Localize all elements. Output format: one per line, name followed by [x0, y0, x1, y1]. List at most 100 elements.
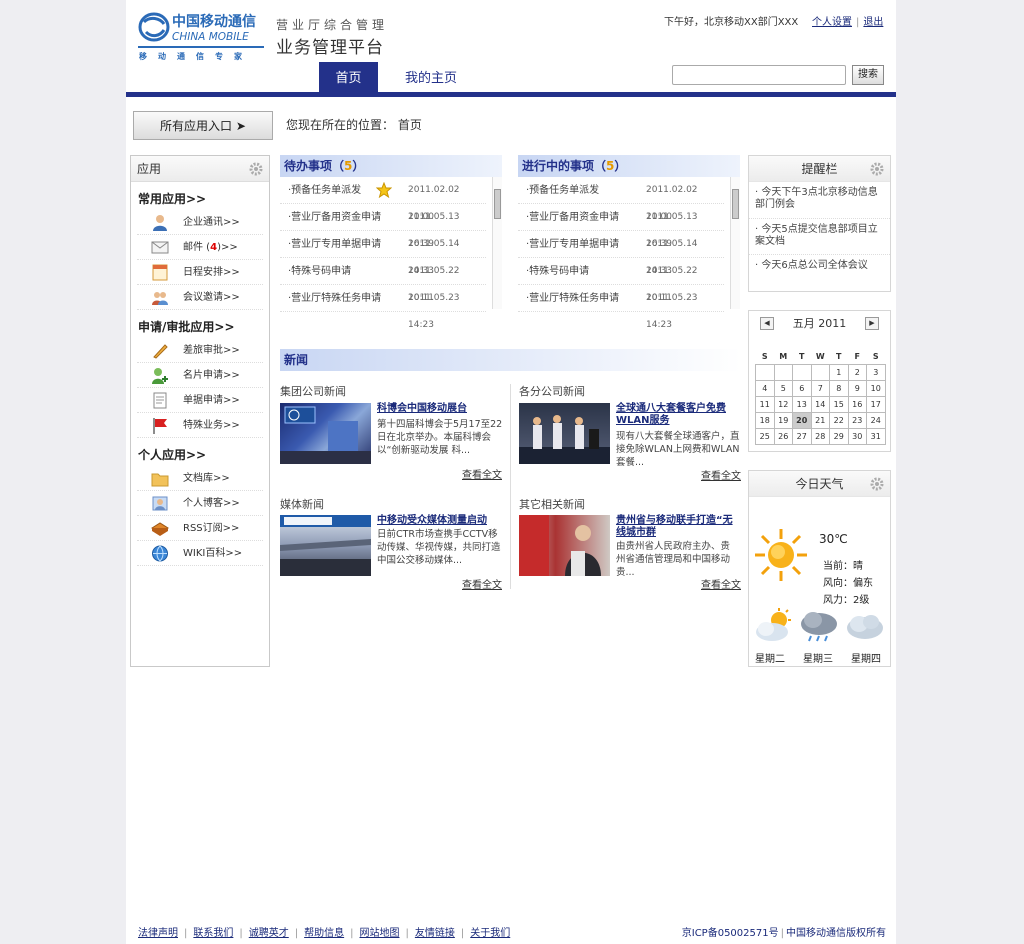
- news-image-wlan[interactable]: [519, 403, 610, 464]
- calendar-day[interactable]: 9: [847, 379, 867, 397]
- calendar-day[interactable]: 17: [866, 395, 886, 413]
- inprogress-row[interactable]: ·预备任务单派发 2011.02.02 11:00: [518, 177, 724, 222]
- gear-icon[interactable]: [870, 162, 884, 176]
- calendar-day[interactable]: 29: [829, 427, 849, 445]
- app-group-common[interactable]: 常用应用>>: [131, 188, 269, 210]
- todo-row[interactable]: ·特殊号码申请 2011.05.22 10:11: [280, 258, 486, 303]
- reminder-item[interactable]: · 今天6点总公司全体会议: [749, 255, 890, 283]
- read-more-link[interactable]: 查看全文: [462, 576, 502, 591]
- news-headline-link[interactable]: 贵州省与移动联手打造“无线城市群: [616, 515, 738, 539]
- app-item-card-request[interactable]: 名片申请>>: [137, 363, 263, 388]
- system-title: 业务管理平台: [276, 38, 384, 58]
- app-item-doc-library[interactable]: 文档库>>: [137, 466, 263, 491]
- news-image-expo[interactable]: [280, 403, 371, 464]
- calendar-day[interactable]: 30: [847, 427, 867, 445]
- calendar-day[interactable]: 11: [755, 395, 775, 413]
- personal-settings-link[interactable]: 个人设置: [812, 17, 852, 28]
- calendar-day[interactable]: 21: [810, 411, 830, 429]
- calendar-day: [792, 363, 812, 381]
- inprogress-row[interactable]: ·营业厅备用资金申请 2011.05.13 16:39: [518, 204, 724, 249]
- app-item-mail[interactable]: 邮件 (4)>>: [137, 235, 263, 260]
- todo-name: ·预备任务单派发: [288, 185, 362, 196]
- logout-link[interactable]: 退出: [863, 17, 883, 28]
- calendar-day[interactable]: 1: [829, 363, 849, 381]
- app-item-meeting[interactable]: 会议邀请>>: [137, 285, 263, 310]
- read-more-link[interactable]: 查看全文: [701, 467, 741, 482]
- calendar-day[interactable]: 28: [810, 427, 830, 445]
- calendar-day-today[interactable]: 20: [792, 411, 812, 429]
- calendar-day[interactable]: 13: [792, 395, 812, 413]
- app-item-enterprise-contacts[interactable]: 企业通讯>>: [137, 210, 263, 235]
- calendar-day[interactable]: 6: [792, 379, 812, 397]
- todo-row[interactable]: ·营业厅备用资金申请 2011.05.13 16:39: [280, 204, 486, 249]
- calendar-day[interactable]: 24: [866, 411, 886, 429]
- next-month-button[interactable]: ▶: [865, 317, 879, 330]
- todo-scrollbar[interactable]: [492, 177, 502, 309]
- footer-link-legal[interactable]: 法律声明: [138, 928, 178, 939]
- calendar-day[interactable]: 26: [773, 427, 793, 445]
- calendar-day[interactable]: 5: [773, 379, 793, 397]
- app-item-special-business[interactable]: 特殊业务>>: [137, 413, 263, 438]
- calendar-day[interactable]: 18: [755, 411, 775, 429]
- app-item-schedule[interactable]: 日程安排>>: [137, 260, 263, 285]
- inprogress-row[interactable]: ·营业厅特殊任务申请 2011.05.23 14:23: [518, 285, 724, 330]
- footer-link-help[interactable]: 帮助信息: [304, 928, 344, 939]
- inprogress-row[interactable]: ·营业厅专用单据申请 2011.05.14 14:33: [518, 231, 724, 276]
- calendar-day[interactable]: 14: [810, 395, 830, 413]
- todo-row[interactable]: ·预备任务单派发 2011.02.02 11:00: [280, 177, 486, 222]
- search-button[interactable]: 搜索: [852, 65, 884, 85]
- calendar-day[interactable]: 27: [792, 427, 812, 445]
- footer-link-friends[interactable]: 友情链接: [415, 928, 455, 939]
- calendar-day[interactable]: 7: [810, 379, 830, 397]
- calendar-day[interactable]: 3: [866, 363, 886, 381]
- read-more-link[interactable]: 查看全文: [462, 466, 502, 481]
- calendar-day[interactable]: 4: [755, 379, 775, 397]
- news-headline-link[interactable]: 科博会中国移动展台: [377, 403, 501, 415]
- tab-my-home[interactable]: 我的主页: [396, 62, 466, 93]
- wind-force-label: 风力：: [823, 595, 853, 606]
- calendar-day[interactable]: 10: [866, 379, 886, 397]
- china-mobile-logo[interactable]: 中国移动通信 CHINA MOBILE 移动通信专家: [138, 10, 268, 62]
- news-image-guizhou[interactable]: [519, 515, 610, 576]
- footer-link-contact[interactable]: 联系我们: [193, 928, 233, 939]
- todo-name: ·营业厅备用资金申请: [288, 212, 382, 223]
- all-apps-button[interactable]: 所有应用入口 ➤: [133, 111, 273, 140]
- app-group-personal[interactable]: 个人应用>>: [131, 444, 269, 466]
- app-item-wiki[interactable]: WIKI百科>>: [137, 541, 263, 566]
- app-group-approval[interactable]: 申请/审批应用>>: [131, 316, 269, 338]
- news-headline-link[interactable]: 全球通八大套餐客户免费WLAN服务: [616, 403, 738, 427]
- calendar-day: [755, 363, 775, 381]
- inprogress-row[interactable]: ·特殊号码申请 2011.05.22 10:11: [518, 258, 724, 303]
- app-item-travel-approval[interactable]: 差旅审批>>: [137, 338, 263, 363]
- reminder-item[interactable]: · 今天下午3点北京移动信息部门例会: [749, 182, 890, 219]
- calendar-day[interactable]: 23: [847, 411, 867, 429]
- app-item-blog[interactable]: 个人博客>>: [137, 491, 263, 516]
- inprogress-scrollbar[interactable]: [730, 177, 740, 309]
- calendar-day[interactable]: 8: [829, 379, 849, 397]
- read-more-link[interactable]: 查看全文: [701, 576, 741, 591]
- news-headline-link[interactable]: 中移动受众媒体测量启动: [377, 515, 501, 527]
- calendar-day[interactable]: 12: [773, 395, 793, 413]
- footer-link-careers[interactable]: 诚聘英才: [249, 928, 289, 939]
- partly-cloudy-icon: [756, 608, 791, 641]
- calendar-day[interactable]: 25: [755, 427, 775, 445]
- calendar-day[interactable]: 19: [773, 411, 793, 429]
- gear-icon[interactable]: [870, 477, 884, 491]
- news-image-media[interactable]: [280, 515, 371, 576]
- gear-icon[interactable]: [249, 162, 263, 176]
- tab-home[interactable]: 首页: [319, 62, 378, 93]
- footer-link-about[interactable]: 关于我们: [470, 928, 510, 939]
- footer-link-sitemap[interactable]: 网站地图: [360, 928, 400, 939]
- todo-row[interactable]: ·营业厅特殊任务申请 2011.05.23 14:23: [280, 285, 486, 330]
- reminder-item[interactable]: · 今天5点提交信息部项目立案文档: [749, 219, 890, 255]
- calendar-day[interactable]: 15: [829, 395, 849, 413]
- calendar-day[interactable]: 22: [829, 411, 849, 429]
- search-input[interactable]: [672, 65, 846, 85]
- app-item-rss[interactable]: RSS订阅>>: [137, 516, 263, 541]
- todo-row[interactable]: ·营业厅专用单据申请 2011.05.14 14:33: [280, 231, 486, 276]
- app-item-document-request[interactable]: 单据申请>>: [137, 388, 263, 413]
- prev-month-button[interactable]: ◀: [760, 317, 774, 330]
- calendar-day[interactable]: 2: [847, 363, 867, 381]
- calendar-day[interactable]: 31: [866, 427, 886, 445]
- calendar-day[interactable]: 16: [847, 395, 867, 413]
